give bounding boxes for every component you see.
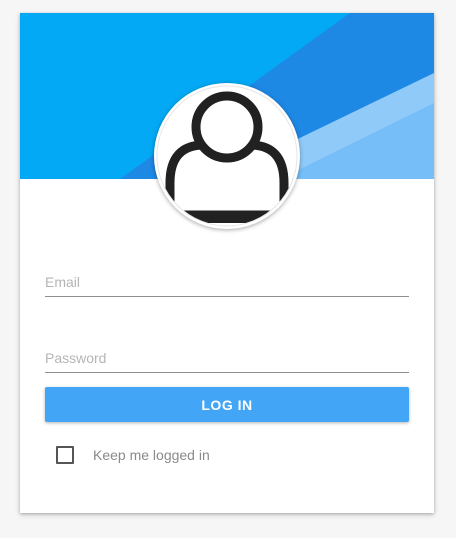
password-input[interactable]	[45, 350, 409, 366]
login-button[interactable]: LOG IN	[45, 387, 409, 422]
email-field[interactable]	[45, 256, 409, 297]
avatar	[154, 83, 300, 229]
keep-logged-in-label[interactable]: Keep me logged in	[93, 447, 210, 463]
keep-logged-in-option[interactable]: Keep me logged in	[56, 445, 210, 465]
login-card: LOG IN Keep me logged in	[20, 13, 434, 513]
password-field[interactable]	[45, 332, 409, 373]
email-input[interactable]	[45, 274, 409, 290]
keep-logged-in-checkbox[interactable]	[56, 446, 74, 464]
user-avatar-icon	[156, 85, 298, 227]
